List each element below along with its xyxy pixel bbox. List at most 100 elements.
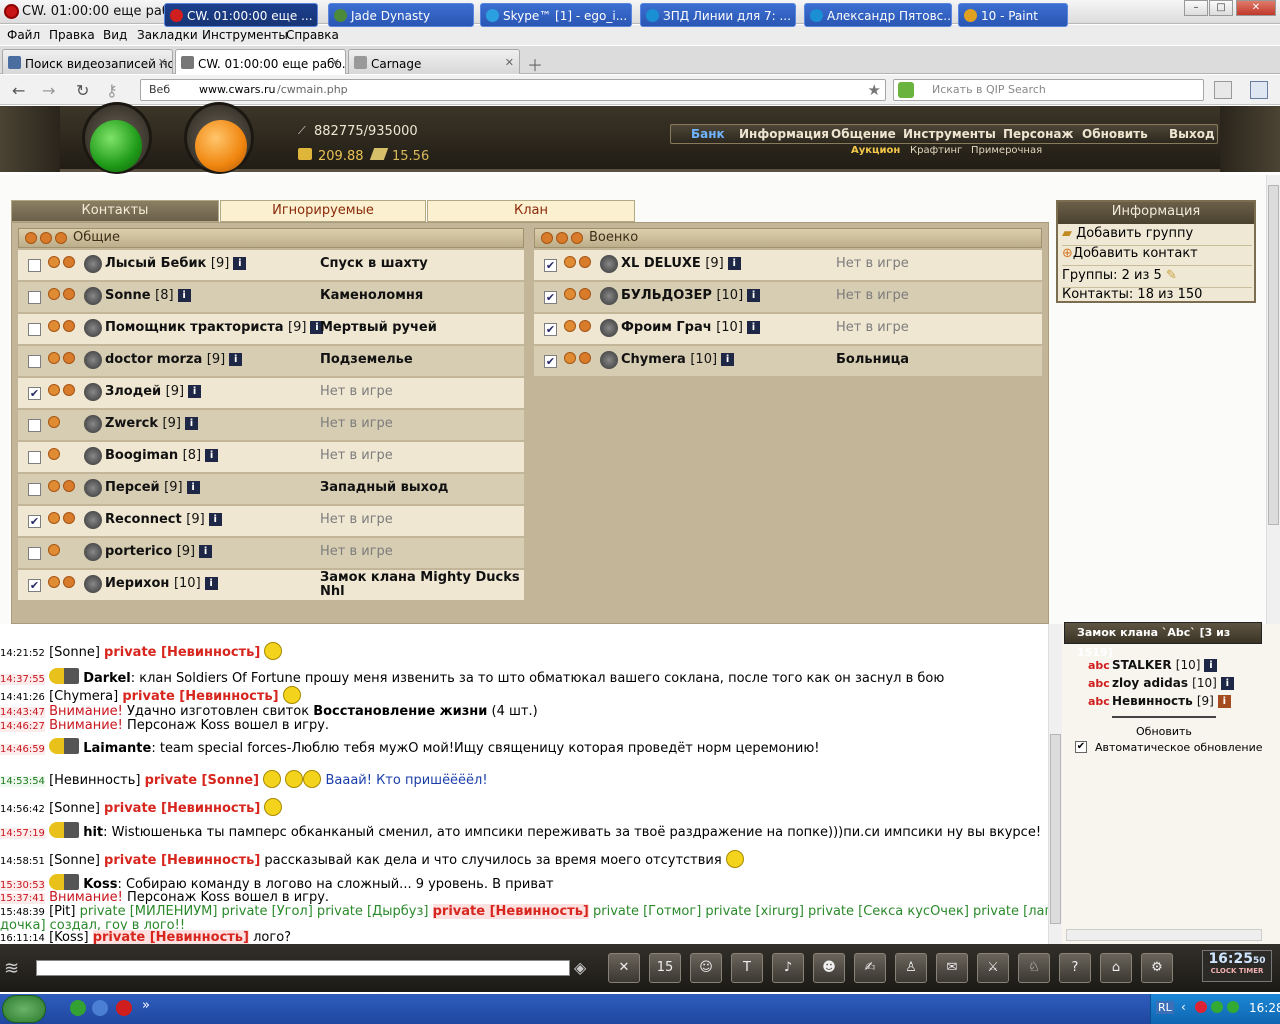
contact-checkbox[interactable]: ✔ xyxy=(28,387,41,400)
info-icon[interactable]: i xyxy=(205,449,219,462)
contact-checkbox[interactable] xyxy=(28,259,41,272)
chat-input[interactable] xyxy=(36,960,570,976)
contact-checkbox[interactable]: ✔ xyxy=(544,259,557,272)
face-icon[interactable]: ☻ xyxy=(813,953,845,983)
chat-message[interactable]: 15:48:39 [Pit] private [МИЛЕНИУМ] privat… xyxy=(0,904,1048,919)
accept-icon[interactable] xyxy=(48,416,60,428)
accept-icon[interactable] xyxy=(48,320,60,332)
chat-message[interactable]: 14:53:54 [Невинность] private [Sonne] Ва… xyxy=(0,770,488,788)
accept-icon[interactable] xyxy=(48,512,60,524)
close-tab-icon[interactable]: ✕ xyxy=(331,56,340,69)
group-actions[interactable] xyxy=(25,232,70,247)
clan-refresh-link[interactable]: Обновить xyxy=(1136,725,1192,738)
accept-icon[interactable] xyxy=(48,256,60,268)
remove-icon[interactable] xyxy=(579,352,591,364)
chat-time[interactable]: 14:58:51 xyxy=(0,856,45,867)
tray-app-icon[interactable] xyxy=(1195,1001,1207,1013)
smiles-icon[interactable]: ☺ xyxy=(690,953,722,983)
info-icon[interactable]: i xyxy=(727,257,741,270)
chat-recipients[interactable]: private [МИЛЕНИУМ] private [Угол] privat… xyxy=(80,904,433,919)
page-icon[interactable] xyxy=(1214,81,1232,99)
info-icon[interactable]: i xyxy=(747,289,761,302)
contact-name[interactable]: doctor morza [9] i xyxy=(105,352,243,367)
chat-time[interactable]: 14:37:55 xyxy=(0,674,45,685)
back-icon[interactable]: ← xyxy=(12,81,25,100)
info-icon[interactable]: i xyxy=(208,513,222,526)
subnav-crafting[interactable]: Крафтинг xyxy=(910,145,962,156)
contact-name[interactable]: БУЛЬДОЗЕР [10] i xyxy=(621,288,761,303)
contact-checkbox[interactable] xyxy=(28,355,41,368)
nav-communication[interactable]: Общение xyxy=(831,127,896,141)
more-icon[interactable]: » xyxy=(142,998,150,1013)
contact-name[interactable]: Фроим Грач [10] i xyxy=(621,320,760,335)
menu-edit[interactable]: Правка xyxy=(49,28,95,42)
forward-icon[interactable]: → xyxy=(42,81,55,100)
quest-icon[interactable]: ✍ xyxy=(854,953,886,983)
sound-icon[interactable]: ♪ xyxy=(772,953,804,983)
contact-row[interactable]: Помощник тракториста [9] i Мертвый ручей xyxy=(18,314,524,344)
info-icon[interactable]: i xyxy=(721,353,735,366)
chat-private-target[interactable]: private [Невинность] xyxy=(104,645,260,660)
contact-checkbox[interactable]: ✔ xyxy=(28,579,41,592)
contact-name[interactable]: Лысый Бебик [9] i xyxy=(105,256,247,271)
contact-checkbox[interactable]: ✔ xyxy=(28,515,41,528)
accept-icon[interactable] xyxy=(48,384,60,396)
mail-icon[interactable] xyxy=(1250,81,1268,99)
taskbar-item[interactable]: CW. 01:00:00 еще ... xyxy=(164,3,318,27)
accept-icon[interactable] xyxy=(48,288,60,300)
chat-time[interactable]: 15:48:39 xyxy=(0,907,45,918)
info-icon[interactable]: i xyxy=(1217,695,1231,708)
edit-icon[interactable] xyxy=(40,232,52,244)
remove-icon[interactable] xyxy=(63,512,75,524)
chrome-icon[interactable] xyxy=(92,1000,108,1016)
contact-name[interactable]: Помощник тракториста [9] i xyxy=(105,320,324,335)
add-icon[interactable] xyxy=(541,232,553,244)
contact-name[interactable]: Иерихон [10] i xyxy=(105,576,218,591)
nav-tools[interactable]: Инструменты xyxy=(903,127,996,141)
remove-icon[interactable] xyxy=(63,256,75,268)
chat-time[interactable]: 14:53:54 xyxy=(0,776,45,787)
qip-icon[interactable] xyxy=(898,82,914,98)
contact-checkbox[interactable] xyxy=(28,483,41,496)
contact-name[interactable]: Reconnect [9] i xyxy=(105,512,222,527)
tab-cwars[interactable]: CW. 01:00:00 еще рабо... ✕ xyxy=(175,49,346,74)
chat-message[interactable]: 14:46:59 Laimante: team special forces-Л… xyxy=(0,738,820,756)
menu-bookmarks[interactable]: Закладки xyxy=(137,28,198,42)
contact-checkbox[interactable]: ✔ xyxy=(544,323,557,336)
accept-icon[interactable] xyxy=(48,544,60,556)
contact-row[interactable]: ✔ XL DELUXE [9] i Нет в игре xyxy=(534,250,1042,280)
accept-icon[interactable] xyxy=(48,576,60,588)
opera-icon[interactable] xyxy=(116,1000,132,1016)
contact-name[interactable]: Персей [9] i xyxy=(105,480,200,495)
add-contact-link[interactable]: ⊕Добавить контакт xyxy=(1062,246,1252,266)
contact-name[interactable]: Злодей [9] i xyxy=(105,384,202,399)
clan-member[interactable]: abc STALKER [10] i xyxy=(1088,658,1218,672)
nav-refresh[interactable]: Обновить xyxy=(1082,127,1148,141)
contact-row[interactable]: doctor morza [9] i Подземелье xyxy=(18,346,524,376)
info-icon[interactable]: i xyxy=(177,289,191,302)
info-icon[interactable]: i xyxy=(229,353,243,366)
chat-private-target[interactable]: private [Невинность] xyxy=(104,801,260,816)
person-icon[interactable]: ♙ xyxy=(895,953,927,983)
remove-icon[interactable] xyxy=(63,480,75,492)
contact-name[interactable]: Zwerck [9] i xyxy=(105,416,198,431)
group-icon[interactable]: ♘ xyxy=(1018,953,1050,983)
clan-member[interactable]: abc zloy adidas [10] i xyxy=(1088,676,1234,690)
minimize-button[interactable]: – xyxy=(1184,0,1208,16)
add-icon[interactable] xyxy=(25,232,37,244)
chat-message[interactable]: 15:37:41 Внимание! Персонаж Koss вошел в… xyxy=(0,890,329,905)
scroll-thumb[interactable] xyxy=(1268,185,1279,525)
remove-icon[interactable] xyxy=(571,232,583,244)
send-icon[interactable]: ◈ xyxy=(574,958,586,977)
taskbar-item[interactable]: Александр Пятовс... xyxy=(804,3,952,27)
scroll-thumb[interactable] xyxy=(1050,734,1061,924)
search-field[interactable]: Искать в QIP Search xyxy=(893,79,1204,101)
accept-icon[interactable] xyxy=(564,288,576,300)
remove-icon[interactable] xyxy=(55,232,67,244)
contact-row[interactable]: ✔ Reconnect [9] i Нет в игре xyxy=(18,506,524,536)
edit-icon[interactable] xyxy=(556,232,568,244)
chat-time[interactable]: 14:41:26 xyxy=(0,692,45,703)
chat-time[interactable]: 14:46:27 xyxy=(0,721,45,732)
info-icon[interactable]: i xyxy=(184,417,198,430)
add-group-link[interactable]: ▰ Добавить группу xyxy=(1062,226,1252,246)
